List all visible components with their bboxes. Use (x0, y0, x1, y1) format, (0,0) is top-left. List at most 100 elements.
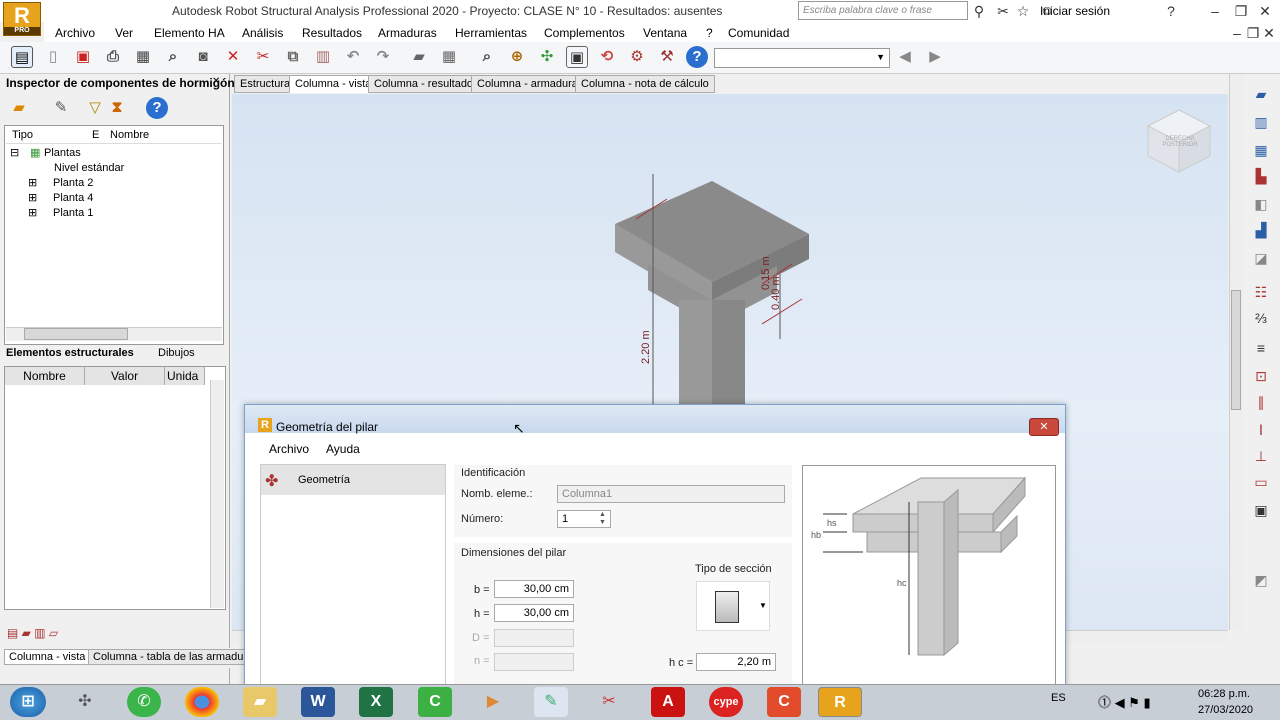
next-icon[interactable]: ▶ (924, 46, 946, 68)
menu-analisis[interactable]: Análisis (242, 26, 283, 40)
menu-archivo[interactable]: Archivo (55, 26, 95, 40)
zoom-window-icon[interactable]: ⊕ (506, 46, 528, 68)
tree-item-planta-1[interactable]: Planta 1 (53, 207, 93, 219)
tab-columna-vista[interactable]: Columna - vista (289, 75, 378, 93)
nav-item-geometria[interactable] (261, 465, 445, 495)
column-icon[interactable]: ▦ (1251, 140, 1271, 160)
tree-item-planta-4[interactable]: Planta 4 (53, 192, 93, 204)
menu-ventana[interactable]: Ventana (643, 26, 687, 40)
load-icon[interactable]: ⊡ (1251, 366, 1271, 386)
robot-icon[interactable]: R (818, 687, 862, 717)
spinner-icon[interactable]: ▲ ▼ (599, 511, 606, 527)
rotate-icon[interactable]: ⟲ (596, 46, 618, 68)
numbering-icon[interactable]: ⅔ (1251, 308, 1271, 328)
edit-icon[interactable]: ✎ (50, 97, 72, 119)
media-player-icon[interactable]: ▶ (476, 687, 510, 717)
tab-columna-armaduras[interactable]: Columna - armaduras (471, 75, 590, 93)
undo-icon[interactable]: ↶ (342, 46, 364, 68)
bottom-tab-vista[interactable]: Columna - vista (4, 649, 91, 665)
menu-complementos[interactable]: Complementos (544, 26, 625, 40)
login-link[interactable]: Iniciar sesión (1040, 4, 1110, 18)
scroll-thumb[interactable] (24, 328, 128, 340)
expand-icon[interactable]: ⊟ (10, 146, 19, 159)
bottom-tab-tabla[interactable]: Columna - tabla de las armaduras (88, 649, 264, 665)
support-icon[interactable]: ⊥ (1251, 446, 1271, 466)
clock-time[interactable]: 06:28 p.m. (1198, 688, 1250, 700)
dialog-menu-ayuda[interactable]: Ayuda (326, 442, 360, 456)
games-icon[interactable]: ✣ (68, 687, 102, 717)
beam-icon[interactable]: ▥ (1251, 112, 1271, 132)
whatsapp-icon[interactable]: ✆ (127, 687, 161, 717)
rebar-icon[interactable]: ∥ (1251, 392, 1271, 412)
menu-ver[interactable]: Ver (115, 26, 133, 40)
app-logo-button[interactable]: R PRO (3, 2, 41, 36)
edit-icon[interactable]: ▰ (408, 46, 430, 68)
viewport-scroll-thumb[interactable] (1231, 290, 1241, 410)
viewcube[interactable]: DERECHA POSTERIOR (1146, 108, 1212, 174)
redo-icon[interactable]: ↷ (372, 46, 394, 68)
slab-icon[interactable]: ▰ (1251, 84, 1271, 104)
tray-icons[interactable]: ⓵ ◀ ⚑ ▮ (1098, 692, 1151, 711)
filter-clear-icon[interactable]: ⧗ (106, 97, 128, 119)
project-icon[interactable]: ▤ (11, 46, 33, 68)
snipping-icon[interactable]: ✂ (592, 687, 626, 717)
nomb-field[interactable]: Columna1 (557, 485, 785, 503)
tab-columna-nota[interactable]: Columna - nota de cálculo (575, 75, 715, 93)
print-preview-icon[interactable]: ▦ (132, 46, 154, 68)
section-icon[interactable]: ☷ (1251, 282, 1271, 302)
paint-icon[interactable]: ✎ (534, 687, 568, 717)
table-icon[interactable]: ▦ (438, 46, 460, 68)
deep-beam-icon[interactable]: ◪ (1251, 248, 1271, 268)
menu-armaduras[interactable]: Armaduras (378, 26, 437, 40)
stair-icon[interactable]: ▟ (1251, 220, 1271, 240)
restore-icon[interactable]: ❐ (1232, 2, 1250, 20)
help-icon[interactable]: ? (1162, 2, 1180, 20)
display-icon[interactable]: ▣ (566, 46, 588, 68)
cype-icon[interactable]: cype (709, 687, 743, 717)
preview-icon[interactable]: ⌕ (162, 46, 184, 68)
new-icon[interactable]: ▯ (42, 46, 64, 68)
folder-icon[interactable]: ▰ (8, 97, 30, 119)
menu-resultados[interactable]: Resultados (302, 26, 362, 40)
word-icon[interactable]: W (301, 687, 335, 717)
menu-help[interactable]: ? (706, 26, 713, 40)
dialog-menu-archivo[interactable]: Archivo (269, 442, 309, 456)
tree-header-e[interactable]: E (92, 129, 99, 141)
tree-item-nivel[interactable]: Nivel estándar (54, 162, 124, 174)
binoculars-icon[interactable]: ⚲ (970, 2, 988, 20)
table-icon[interactable]: ▣ (1251, 500, 1271, 520)
save-icon[interactable]: ▣ (72, 46, 94, 68)
expand-icon[interactable]: ⊞ (28, 176, 37, 189)
dialog-close-button[interactable]: ✕ (1029, 418, 1059, 436)
zoom-icon[interactable]: ⌕ (476, 46, 498, 68)
clock-date[interactable]: 27/03/2020 (1198, 704, 1253, 716)
list-icon[interactable]: ≡ (1251, 338, 1271, 358)
pan-icon[interactable]: ✣ (536, 46, 558, 68)
tree-header-tipo[interactable]: Tipo (12, 129, 33, 141)
search-input[interactable]: Escriba palabra clave o frase (798, 1, 968, 20)
paste-icon[interactable]: ▥ (312, 46, 334, 68)
properties-grid[interactable] (4, 366, 226, 610)
help-icon[interactable]: ? (146, 97, 168, 119)
child-close-icon[interactable]: ✕ (1260, 24, 1278, 42)
vertical-scrollbar[interactable] (210, 380, 224, 608)
copy-icon[interactable]: ⧉ (282, 46, 304, 68)
menu-herramientas[interactable]: Herramientas (455, 26, 527, 40)
tab-columna-resultados[interactable]: Columna - resultados (368, 75, 485, 93)
close-icon[interactable]: ✕ (1256, 2, 1274, 20)
shape-icon[interactable]: ◩ (1251, 570, 1271, 590)
h-field[interactable]: 30,00 cm (494, 604, 574, 622)
prop-header-valor[interactable]: Valor (85, 367, 165, 385)
settings-icon[interactable]: ⚙ (626, 46, 648, 68)
wall-icon[interactable]: ◧ (1251, 194, 1271, 214)
filter-icon[interactable]: ▽ (84, 97, 106, 119)
tab-dibujos[interactable]: Dibujos (158, 347, 195, 359)
prop-header-unidad[interactable]: Unida (165, 367, 205, 385)
minimize-icon[interactable]: – (1206, 2, 1224, 20)
tools-icon[interactable]: ✂ (994, 2, 1012, 20)
tab-elementos[interactable]: Elementos estructurales (6, 347, 134, 359)
section-type-select[interactable]: ▼ (696, 581, 770, 631)
start-button[interactable]: ⊞ (10, 687, 46, 717)
tab-estructura[interactable]: Estructura (234, 75, 297, 93)
expand-icon[interactable]: ⊞ (28, 191, 37, 204)
